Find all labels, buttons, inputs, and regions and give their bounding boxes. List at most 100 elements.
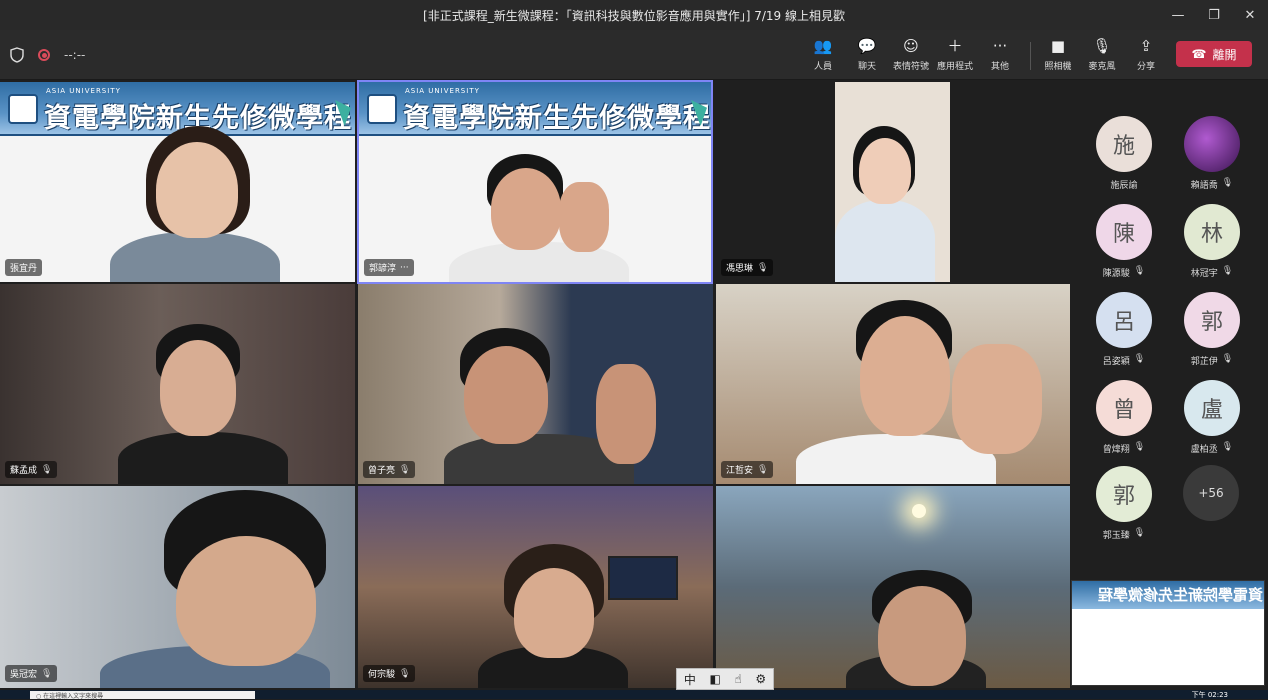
video-tile[interactable]: 江哲安 🎙 (716, 284, 1070, 484)
roster-item[interactable]: 林 林冠宇 🎙 (1168, 204, 1256, 279)
meeting-toolbar: --:-- 👥 人員 💬 聊天 ☺ 表情符號 ＋ 應用程式 ··· 其他 ■ 照… (0, 30, 1268, 80)
minimize-button[interactable]: — (1160, 0, 1196, 30)
participant-name: 張宜丹 (10, 264, 38, 274)
thumbs-up-hand (559, 182, 609, 252)
people-label: 人員 (813, 62, 832, 72)
video-tile[interactable]: 蘇孟成 🎙 (0, 284, 355, 484)
more-participants-button[interactable]: +56 (1183, 465, 1239, 521)
roster-item[interactable]: 賴語喬 🎙 (1168, 116, 1256, 191)
mic-off-icon: 🎙 (1133, 354, 1146, 364)
participant-figure (464, 346, 548, 444)
video-grid: ASIA UNIVERSITY 資電學院新生先修微學程 張宜丹 ASIA UNI… (0, 80, 1070, 688)
meeting-timer: --:-- (64, 48, 86, 62)
toolbar-left: --:-- (10, 30, 85, 80)
ime-hand-icon[interactable]: ☝ (734, 672, 741, 686)
camera-button[interactable]: ■ 照相機 (1033, 36, 1083, 76)
phone-icon: ☎ (1191, 47, 1207, 61)
ime-mode-button[interactable]: 中 (684, 671, 696, 688)
course-banner: ASIA UNIVERSITY 資電學院新生先修微學程 (359, 82, 711, 136)
plus-icon: ＋ (947, 37, 963, 55)
roster-name: 林冠宇 (1190, 269, 1218, 279)
mic-off-icon: 🎙 (1221, 178, 1234, 188)
mic-off-icon: 🎙 (1133, 442, 1146, 452)
avatar: 呂 (1096, 292, 1152, 348)
toolbar-divider (1030, 42, 1031, 70)
leave-button[interactable]: ☎ 離開 (1176, 41, 1252, 67)
participant-figure (860, 316, 950, 436)
course-banner: ASIA UNIVERSITY 資電學院新生先修微學程 (0, 82, 355, 136)
chat-label: 聊天 (857, 62, 876, 72)
participant-figure (859, 138, 911, 204)
mic-off-icon: 🎙 (1092, 37, 1112, 55)
roster-item[interactable]: 呂 呂姿穎 🎙 (1080, 292, 1168, 367)
camera-icon: ■ (1050, 37, 1066, 55)
peace-sign-hand (952, 344, 1042, 454)
chat-button[interactable]: 💬 聊天 (842, 36, 892, 76)
participant-name: 何宗駿 (368, 670, 396, 680)
participant-figure (160, 340, 236, 436)
video-tile[interactable]: 吳冠宏 🎙 (0, 486, 355, 688)
mic-off-icon: 🎙 (41, 668, 53, 679)
roster-name: 呂姿穎 (1102, 357, 1130, 367)
roster-item[interactable]: 曾 曾煒翔 🎙 (1080, 380, 1168, 455)
participant-figure (835, 200, 935, 282)
window-title: [非正式課程_新生微課程：「資訊科技與數位影音應用與實作」] 7/19 線上相見… (423, 8, 845, 23)
ime-settings-icon[interactable]: ⚙ (755, 672, 766, 686)
mirrored-banner: 資電學院新生先修微學程 (1072, 581, 1264, 609)
roster-item[interactable]: 郭 郭玉臻 🎙 (1080, 466, 1168, 541)
participant-name-tag: 郭諺淳 ··· (364, 259, 414, 276)
maximize-button[interactable]: ❐ (1196, 0, 1232, 30)
window-controls: — ❐ ✕ (1160, 0, 1268, 30)
video-tile-active-speaker[interactable]: ASIA UNIVERSITY 資電學院新生先修微學程 郭諺淳 ··· (357, 80, 713, 284)
more-button[interactable]: ··· 其他 (975, 36, 1025, 76)
roster-item[interactable]: 盧 盧柏丞 🎙 (1168, 380, 1256, 455)
roster-name: 陳源駿 (1102, 269, 1130, 279)
participant-name: 馮思琳 (726, 264, 754, 274)
mic-button[interactable]: 🎙 麥克風 (1077, 36, 1127, 76)
people-button[interactable]: 👥 人員 (798, 36, 848, 76)
ime-toolbar: 中 ◧ ☝ ⚙ (676, 668, 774, 690)
share-button[interactable]: ⇪ 分享 (1121, 36, 1171, 76)
more-options-icon[interactable]: ··· (400, 263, 409, 273)
close-button[interactable]: ✕ (1232, 0, 1268, 30)
roster-name: 施辰諭 (1110, 181, 1138, 191)
participant-name-tag: 蘇孟成 🎙 (5, 461, 58, 478)
video-tile[interactable]: 何宗駿 🎙 (358, 486, 713, 688)
peace-sign-hand (596, 364, 656, 464)
video-tile[interactable]: ASIA UNIVERSITY 資電學院新生先修微學程 張宜丹 (0, 82, 355, 282)
apps-button[interactable]: ＋ 應用程式 (930, 36, 980, 76)
video-tile[interactable] (716, 486, 1070, 688)
video-tile[interactable]: 馮思琳 🎙 (716, 82, 1070, 282)
taskbar-search[interactable]: ○ 在這裡輸入文字來搜尋 (30, 691, 255, 699)
reactions-button[interactable]: ☺ 表情符號 (886, 36, 936, 76)
avatar: 郭 (1096, 466, 1152, 522)
video-tile[interactable]: 曾子亮 🎙 (358, 284, 713, 484)
mic-off-icon: 🎙 (399, 668, 411, 679)
roster-item[interactable]: 陳 陳源駿 🎙 (1080, 204, 1168, 279)
banner-title: 資電學院新生先修微學程 (403, 103, 711, 134)
leave-label: 離開 (1212, 47, 1237, 62)
participant-name: 郭諺淳 (369, 264, 397, 274)
shield-icon[interactable] (10, 47, 24, 63)
avatar: 郭 (1184, 292, 1240, 348)
more-label: 其他 (990, 62, 1009, 72)
participant-figure (514, 568, 594, 658)
roster-item[interactable]: 施 施辰諭 (1080, 116, 1168, 191)
shared-content-preview[interactable]: 資電學院新生先修微學程 (1071, 580, 1265, 686)
roster-item[interactable]: 郭 郭芷伊 🎙 (1168, 292, 1256, 367)
mic-off-icon: 🎙 (399, 464, 411, 475)
avatar: 施 (1096, 116, 1152, 172)
participant-name-tag: 馮思琳 🎙 (721, 259, 774, 276)
participant-name-tag: 江哲安 🎙 (721, 461, 774, 478)
participant-figure (878, 586, 966, 686)
ime-layout-icon[interactable]: ◧ (709, 672, 720, 686)
mic-off-icon: 🎙 (1221, 266, 1234, 276)
mic-off-icon: 🎙 (1133, 266, 1146, 276)
recording-icon (38, 49, 50, 61)
mic-off-icon: 🎙 (757, 262, 769, 273)
camera-label: 照相機 (1044, 62, 1072, 72)
participant-name-tag: 吳冠宏 🎙 (5, 665, 58, 682)
roster-name: 郭芷伊 (1190, 357, 1218, 367)
roster-name: 曾煒翔 (1102, 445, 1130, 455)
chat-icon: 💬 (857, 37, 877, 55)
